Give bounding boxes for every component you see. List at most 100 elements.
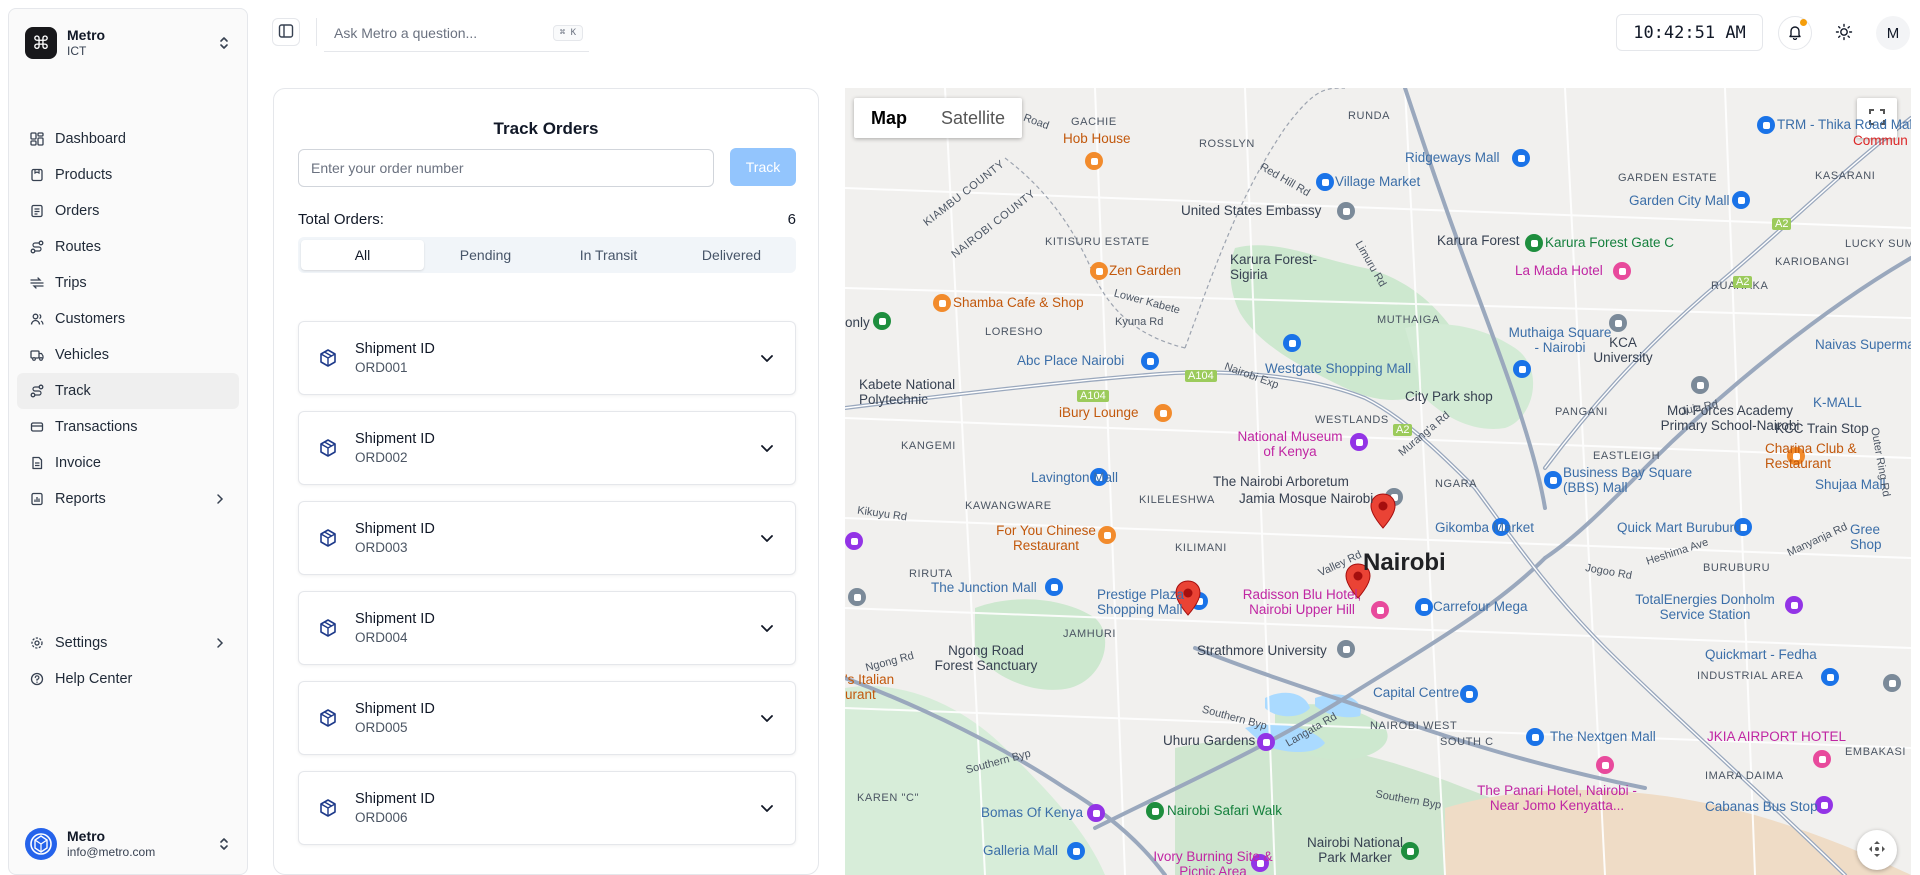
map-label: PANGANI <box>1555 406 1608 418</box>
map-type-satellite[interactable]: Satellite <box>924 98 1022 138</box>
map-label: United States Embassy <box>1181 203 1322 218</box>
map-label: WESTLANDS <box>1315 414 1389 426</box>
sidebar-item-transactions[interactable]: Transactions <box>17 409 239 445</box>
place-icon[interactable] <box>1785 596 1803 614</box>
sidebar-item-invoice[interactable]: Invoice <box>17 445 239 481</box>
road-shield: A2 <box>1393 424 1413 437</box>
restaurant-icon[interactable] <box>1090 262 1108 280</box>
sidebar-item-help-center[interactable]: Help Center <box>17 661 239 697</box>
sidebar-item-track[interactable]: Track <box>17 373 239 409</box>
shipment-label: Shipment ID <box>355 520 435 537</box>
map-label: TRM - Thika Road Mall <box>1777 117 1911 132</box>
map-label: Village Market <box>1335 174 1421 189</box>
shopping-icon[interactable] <box>1316 173 1334 191</box>
shipment-card[interactable]: Shipment ID ORD001 <box>298 321 796 395</box>
hotel-icon[interactable] <box>1613 262 1631 280</box>
museum-icon[interactable] <box>1350 433 1368 451</box>
user-avatar[interactable]: M <box>1876 16 1910 50</box>
ask-metro-input[interactable]: Ask Metro a question... ⌘ K <box>324 14 589 52</box>
shopping-icon[interactable] <box>1067 842 1085 860</box>
tab-delivered[interactable]: Delivered <box>670 240 793 270</box>
transactions-icon <box>29 419 45 435</box>
sidebar-toggle-button[interactable] <box>272 18 300 46</box>
chevron-down-icon[interactable] <box>757 798 777 818</box>
hotel-icon[interactable] <box>1596 756 1614 774</box>
tab-pending[interactable]: Pending <box>424 240 547 270</box>
map-label: 's Italian urant <box>845 672 895 702</box>
map-label: KANGEMI <box>901 440 956 452</box>
map-type-control: Map Satellite <box>854 98 1023 138</box>
camera-control-button[interactable] <box>1857 830 1897 870</box>
trips-icon <box>29 275 45 291</box>
notifications-button[interactable] <box>1778 16 1812 50</box>
sidebar-item-reports[interactable]: Reports <box>17 481 239 517</box>
tab-in-transit[interactable]: In Transit <box>547 240 670 270</box>
sidebar-item-trips[interactable]: Trips <box>17 265 239 301</box>
map-pin-icon[interactable] <box>1370 493 1396 529</box>
package-icon <box>317 527 339 549</box>
shopping-icon[interactable] <box>1415 598 1433 616</box>
sidebar-item-settings[interactable]: Settings <box>17 625 239 661</box>
shipment-card[interactable]: Shipment ID ORD004 <box>298 591 796 665</box>
zoo-icon[interactable] <box>1146 802 1164 820</box>
place-icon[interactable] <box>845 532 863 550</box>
sidebar-item-dashboard[interactable]: Dashboard <box>17 121 239 157</box>
shopping-icon[interactable] <box>1732 191 1750 209</box>
shopping-icon[interactable] <box>1512 149 1530 167</box>
track-button[interactable]: Track <box>730 148 796 186</box>
shopping-icon[interactable] <box>1141 352 1159 370</box>
shipment-card[interactable]: Shipment ID ORD002 <box>298 411 796 485</box>
chevron-down-icon[interactable] <box>757 528 777 548</box>
shopping-icon[interactable] <box>1821 668 1839 686</box>
org-switcher[interactable]: ⌘ Metro ICT <box>17 21 239 65</box>
clock: 10:42:51 AM <box>1616 14 1763 51</box>
shopping-icon[interactable] <box>1544 471 1562 489</box>
sidebar-item-vehicles[interactable]: Vehicles <box>17 337 239 373</box>
map-label: Prestige Plaza Shopping Mall <box>1097 587 1185 617</box>
reports-icon <box>29 491 45 507</box>
restaurant-icon[interactable] <box>1085 152 1103 170</box>
map-view[interactable]: Map Satellite GACHIE ROSSLYN RUNDA Hob H… <box>845 88 1911 875</box>
package-icon <box>317 347 339 369</box>
shipment-id: ORD004 <box>355 629 408 645</box>
theme-toggle-button[interactable] <box>1827 16 1861 50</box>
sidebar-item-label: Vehicles <box>55 347 110 363</box>
map-type-map[interactable]: Map <box>854 98 924 138</box>
hotel-icon[interactable] <box>1813 750 1831 768</box>
chevron-down-icon[interactable] <box>757 438 777 458</box>
sidebar-item-label: Help Center <box>55 671 133 687</box>
restaurant-icon[interactable] <box>933 294 951 312</box>
sidebar-item-orders[interactable]: Orders <box>17 193 239 229</box>
map-label: Nairobi National Park Marker <box>1306 835 1404 865</box>
shopping-icon[interactable] <box>1283 334 1301 352</box>
sidebar-item-products[interactable]: Products <box>17 157 239 193</box>
restaurant-icon[interactable] <box>1154 404 1172 422</box>
park-icon[interactable] <box>1087 804 1105 822</box>
shopping-icon[interactable] <box>1757 116 1775 134</box>
park-icon[interactable] <box>1257 733 1275 751</box>
shipment-card[interactable]: Shipment ID ORD003 <box>298 501 796 575</box>
chevron-down-icon[interactable] <box>757 618 777 638</box>
sidebar-item-routes[interactable]: Routes <box>17 229 239 265</box>
shopping-icon[interactable] <box>1045 578 1063 596</box>
embassy-icon <box>1337 202 1355 220</box>
status-tabs: All Pending In Transit Delivered <box>298 237 796 273</box>
shipment-card[interactable]: Shipment ID ORD006 <box>298 771 796 845</box>
map-label: Westgate Shopping Mall <box>1265 361 1412 376</box>
shopping-icon[interactable] <box>1526 728 1544 746</box>
order-number-input[interactable] <box>298 149 714 187</box>
shopping-icon[interactable] <box>1513 360 1531 378</box>
shopping-icon[interactable] <box>1460 685 1478 703</box>
park-icon[interactable] <box>1525 234 1543 252</box>
map-label: The Junction Mall <box>931 580 1037 595</box>
user-switcher[interactable]: Metro info@metro.com <box>17 821 239 867</box>
tab-all[interactable]: All <box>301 240 424 270</box>
park-icon[interactable] <box>873 312 891 330</box>
chevron-down-icon[interactable] <box>757 708 777 728</box>
sidebar-item-customers[interactable]: Customers <box>17 301 239 337</box>
hotel-icon[interactable] <box>1371 601 1389 619</box>
bus-stop-icon[interactable] <box>1815 796 1833 814</box>
chevron-down-icon[interactable] <box>757 348 777 368</box>
shipment-card[interactable]: Shipment ID ORD005 <box>298 681 796 755</box>
map-label: SOUTH C <box>1440 736 1494 748</box>
